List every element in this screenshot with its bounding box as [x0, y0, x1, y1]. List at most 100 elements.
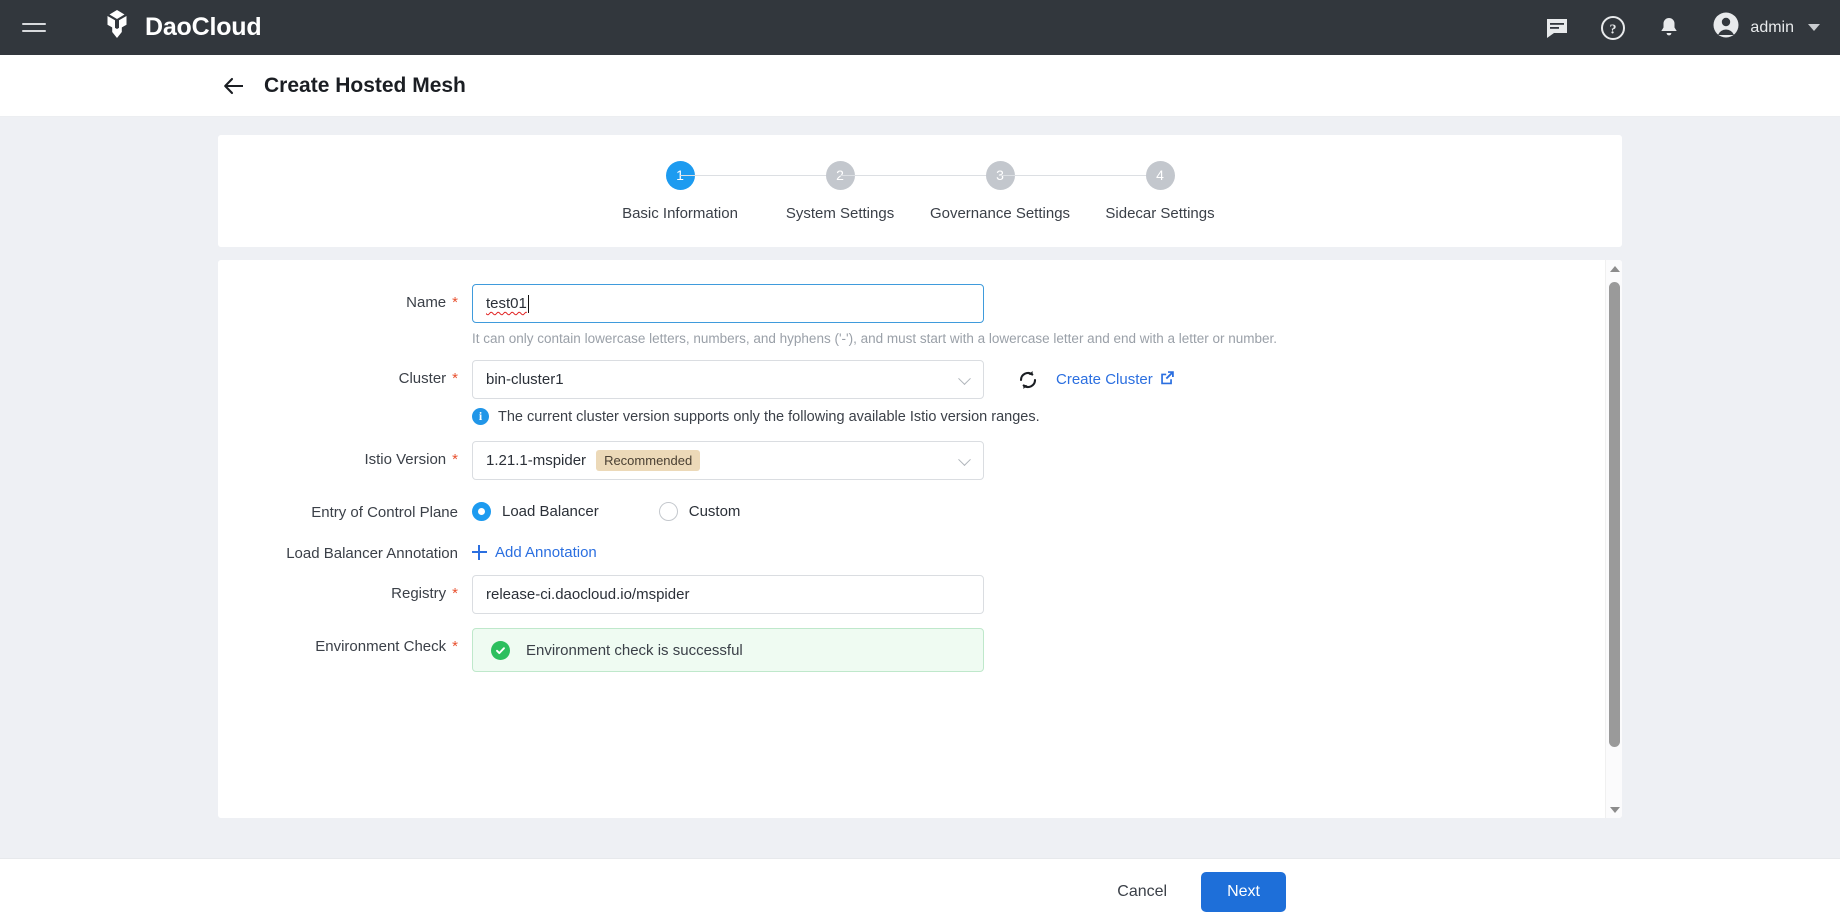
istio-version-value: 1.21.1-mspider [486, 452, 587, 469]
refresh-icon[interactable] [1016, 368, 1040, 392]
lb-annotation-label: Load Balancer Annotation [286, 545, 458, 562]
chevron-down-icon[interactable] [1808, 24, 1820, 31]
check-circle-icon [491, 640, 510, 660]
basic-information-form-card: Name * test01 It can only contain lowerca… [218, 260, 1622, 818]
cancel-button[interactable]: Cancel [1111, 875, 1173, 909]
registry-input[interactable]: release-ci.daocloud.io/mspider [472, 575, 984, 614]
cluster-info-note: i The current cluster version supports o… [472, 408, 1175, 425]
form-row-cluster: Cluster * bin-cluster1 Create Cluster i … [218, 360, 1622, 441]
radio-load-balancer-indicator[interactable] [472, 502, 491, 521]
istio-version-label-wrap: Istio Version * [218, 441, 458, 468]
bell-icon[interactable] [1656, 15, 1682, 41]
form-row-environment-check: Environment Check * Environment check is … [218, 628, 1622, 672]
step-connector-2 [840, 174, 1000, 176]
chat-icon[interactable] [1544, 15, 1570, 41]
entry-control-plane-label: Entry of Control Plane [311, 504, 458, 521]
environment-check-label: Environment Check [315, 638, 447, 655]
cluster-label-wrap: Cluster * [218, 360, 458, 387]
registry-required-mark: * [452, 585, 458, 602]
registry-field-column: release-ci.daocloud.io/mspider [472, 575, 984, 628]
istio-version-field-column: 1.21.1-mspider Recommended [472, 441, 984, 494]
istio-version-required-mark: * [452, 451, 458, 468]
form-scrollbar[interactable] [1605, 260, 1622, 818]
wizard-stepper-card: 1 Basic Information 2 System Settings 3 … [218, 135, 1622, 247]
name-input-value: test01 [486, 295, 527, 312]
form-footer: Cancel Next [0, 858, 1840, 924]
istio-version-select[interactable]: 1.21.1-mspider Recommended [472, 441, 984, 480]
help-icon[interactable]: ? [1600, 15, 1626, 41]
top-navigation-bar: DaoCloud ? admin [0, 0, 1840, 55]
name-label: Name [406, 294, 447, 311]
form-row-name: Name * test01 It can only contain lowerca… [218, 284, 1622, 360]
radio-load-balancer[interactable]: Load Balancer [472, 502, 599, 521]
hamburger-menu-icon[interactable] [22, 18, 48, 38]
brand-logo[interactable]: DaoCloud [100, 8, 262, 47]
cluster-select[interactable]: bin-cluster1 [472, 360, 984, 399]
cluster-label: Cluster [398, 370, 447, 387]
recommended-badge: Recommended [596, 450, 701, 471]
cluster-field-column: bin-cluster1 Create Cluster i The curren… [472, 360, 1175, 441]
registry-label-wrap: Registry * [218, 575, 458, 602]
external-link-icon [1160, 370, 1175, 389]
name-field-column: test01 It can only contain lowercase let… [472, 284, 1277, 360]
name-label-wrap: Name * [218, 284, 458, 311]
name-input[interactable]: test01 [472, 284, 984, 323]
chevron-down-icon [958, 452, 971, 466]
page-header: Create Hosted Mesh [0, 55, 1840, 117]
info-circle-icon: i [472, 408, 489, 425]
entry-control-plane-field-column: Load Balancer Custom [472, 494, 740, 535]
user-avatar-icon [1712, 11, 1740, 44]
brand-name: DaoCloud [145, 13, 262, 41]
text-caret [527, 294, 529, 313]
form-row-istio-version: Istio Version * 1.21.1-mspider Recommende… [218, 441, 1622, 494]
environment-check-label-wrap: Environment Check * [218, 628, 458, 655]
environment-check-status-box: Environment check is successful [472, 628, 984, 672]
step-label-2: System Settings [785, 204, 895, 222]
radio-custom[interactable]: Custom [658, 502, 741, 521]
lb-annotation-field-column: Add Annotation [472, 535, 597, 575]
environment-check-field-column: Environment check is successful [472, 628, 984, 672]
step-label-1: Basic Information [622, 204, 738, 222]
add-annotation-button[interactable]: Add Annotation [472, 535, 597, 561]
user-menu[interactable]: admin [1712, 11, 1820, 44]
form-row-registry: Registry * release-ci.daocloud.io/mspider [218, 575, 1622, 628]
cluster-control-group: bin-cluster1 Create Cluster [472, 360, 1175, 399]
step-connector-3 [1000, 174, 1160, 176]
radio-load-balancer-label: Load Balancer [502, 503, 599, 520]
registry-label: Registry [391, 585, 447, 602]
wizard-stepper: 1 Basic Information 2 System Settings 3 … [622, 160, 1215, 222]
environment-check-required-mark: * [452, 638, 458, 655]
page-body: 1 Basic Information 2 System Settings 3 … [0, 117, 1840, 858]
svg-text:?: ? [1610, 22, 1617, 37]
next-button[interactable]: Next [1201, 871, 1286, 912]
arrow-left-icon[interactable] [222, 74, 246, 98]
step-connector-1 [680, 174, 840, 176]
add-annotation-label: Add Annotation [495, 544, 597, 561]
form-row-lb-annotation: Load Balancer Annotation Add Annotation [218, 535, 1622, 575]
radio-custom-label: Custom [688, 503, 741, 520]
name-required-mark: * [452, 294, 458, 311]
chevron-down-icon [958, 371, 971, 385]
name-hint-text: It can only contain lowercase letters, n… [472, 331, 1278, 346]
user-name-label: admin [1750, 18, 1794, 36]
environment-check-status-text: Environment check is successful [526, 641, 743, 659]
step-label-3: Governance Settings [929, 204, 1071, 222]
scrollbar-thumb[interactable] [1609, 282, 1620, 747]
scrollbar-down-arrow-icon[interactable] [1606, 801, 1622, 818]
cluster-select-value: bin-cluster1 [486, 371, 564, 388]
daocloud-cube-logo [100, 8, 134, 47]
page-title: Create Hosted Mesh [264, 73, 466, 97]
entry-control-plane-radio-group: Load Balancer Custom [472, 494, 740, 521]
scrollbar-up-arrow-icon[interactable] [1606, 260, 1622, 277]
step-circle-4[interactable]: 4 [1145, 160, 1175, 190]
step-label-4: Sidecar Settings [1105, 204, 1215, 222]
plus-icon [472, 545, 487, 560]
istio-version-label: Istio Version [364, 451, 447, 468]
cluster-required-mark: * [452, 370, 458, 387]
radio-custom-indicator[interactable] [658, 502, 678, 521]
create-cluster-link[interactable]: Create Cluster [1056, 370, 1175, 389]
form-content: Name * test01 It can only contain lowerca… [218, 260, 1622, 672]
form-row-entry-control-plane: Entry of Control Plane Load Balancer Cus… [218, 494, 1622, 535]
top-nav-actions: ? admin [1544, 11, 1820, 44]
create-cluster-label: Create Cluster [1056, 371, 1153, 388]
